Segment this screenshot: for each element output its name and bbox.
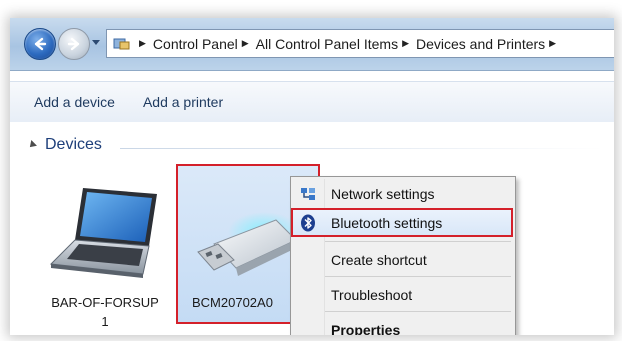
menu-item-label: Network settings [331, 185, 435, 202]
device-name-line2: 1 [101, 314, 109, 329]
breadcrumb-separator-icon[interactable]: ▶ [549, 38, 556, 49]
control-panel-icon [113, 37, 131, 51]
bluetooth-icon [293, 214, 323, 232]
address-field[interactable]: ▶ Control Panel ▶ All Control Panel Item… [106, 29, 614, 58]
breadcrumb-control-panel[interactable]: Control Panel [153, 36, 238, 52]
add-printer-button[interactable]: Add a printer [143, 94, 223, 110]
arrow-left-icon [34, 37, 47, 51]
menu-item-label: Create shortcut [331, 251, 427, 268]
collapse-triangle-icon[interactable] [27, 140, 37, 150]
menu-item-create-shortcut[interactable]: Create shortcut [293, 245, 511, 274]
command-bar: Add a device Add a printer [10, 81, 614, 123]
add-device-button[interactable]: Add a device [34, 94, 115, 110]
breadcrumb-separator-icon[interactable]: ▶ [242, 38, 249, 49]
context-menu: Network settings Bluetooth settings Crea… [290, 176, 516, 335]
menu-item-label: Bluetooth settings [331, 214, 443, 231]
device-laptop[interactable]: BAR-OF-FORSUP 1 [40, 182, 170, 329]
recent-pages-dropdown[interactable] [92, 40, 100, 45]
menu-item-troubleshoot[interactable]: Troubleshoot [293, 280, 511, 309]
devices-content-area: Devices BAR-OF-FORSUP 1 BCM20702A0 Netwo… [10, 122, 614, 335]
breadcrumb-all-control-panel-items[interactable]: All Control Panel Items [256, 36, 398, 52]
devices-group-header[interactable]: Devices [27, 136, 102, 154]
menu-item-network-settings[interactable]: Network settings [293, 179, 511, 208]
back-button[interactable] [24, 28, 56, 60]
menu-item-bluetooth-settings[interactable]: Bluetooth settings [291, 208, 513, 237]
group-title: Devices [45, 136, 102, 153]
menu-item-properties[interactable]: Properties [293, 315, 511, 336]
breadcrumb-separator-icon[interactable]: ▶ [402, 38, 409, 49]
laptop-icon [49, 188, 157, 278]
devices-and-printers-window: ▶ Control Panel ▶ All Control Panel Item… [10, 18, 614, 335]
network-settings-icon [293, 186, 323, 202]
menu-item-label: Properties [331, 321, 401, 336]
device-name-line1: BAR-OF-FORSUP [51, 295, 159, 310]
forward-button[interactable] [58, 28, 90, 60]
address-bar-region: ▶ Control Panel ▶ All Control Panel Item… [10, 18, 614, 71]
group-divider [120, 148, 604, 149]
menu-item-label: Troubleshoot [331, 286, 413, 303]
breadcrumb-devices-and-printers[interactable]: Devices and Printers [416, 36, 545, 52]
breadcrumb-separator-icon[interactable]: ▶ [139, 38, 146, 49]
menu-separator [325, 276, 511, 277]
menu-separator [325, 311, 511, 312]
arrow-right-icon [67, 37, 80, 51]
menu-separator [325, 241, 511, 242]
